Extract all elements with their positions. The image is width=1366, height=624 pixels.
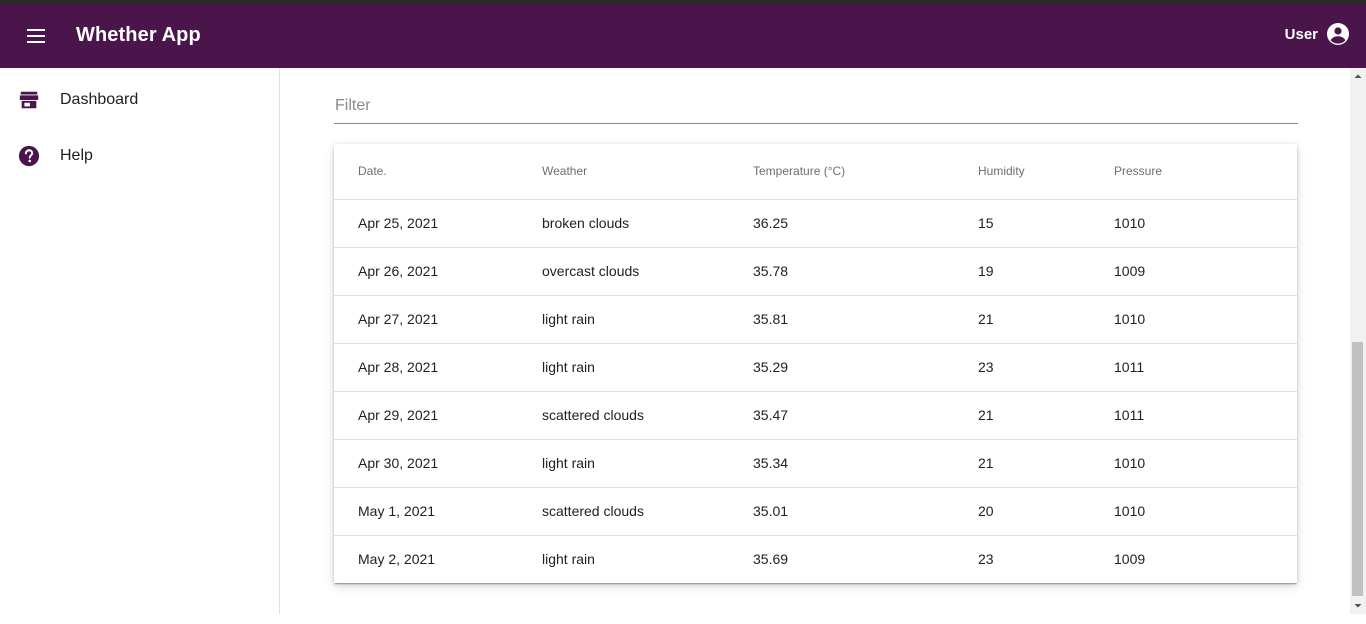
cell-weather: broken clouds bbox=[542, 199, 753, 248]
column-header-humidity: Humidity bbox=[978, 144, 1114, 200]
cell-pressure: 1009 bbox=[1114, 551, 1146, 568]
cell-temperature: 35.01 bbox=[753, 487, 978, 536]
cell-pressure: 1010 bbox=[1114, 295, 1297, 344]
cell-pressure: 1010 bbox=[1114, 439, 1297, 488]
filter-field bbox=[334, 90, 1298, 124]
column-header-temperature: Temperature (°C) bbox=[753, 144, 978, 200]
cell-pressure: 1009 bbox=[1114, 247, 1297, 296]
sidebar-item-label: Help bbox=[60, 147, 93, 164]
cell-pressure: 1011 bbox=[1114, 391, 1297, 440]
cell-date: Apr 28, 2021 bbox=[334, 343, 542, 392]
cell-weather: overcast clouds bbox=[542, 247, 753, 296]
column-header-date: Date. bbox=[334, 144, 542, 200]
cell-temperature: 35.69 bbox=[753, 551, 789, 568]
weather-table: Date. Weather Temperature (°C) Humidity … bbox=[334, 144, 1297, 583]
user-label: User bbox=[1284, 25, 1318, 43]
account-circle-icon bbox=[1327, 23, 1349, 45]
vertical-scrollbar[interactable] bbox=[1350, 68, 1366, 614]
cell-weather: light rain bbox=[542, 295, 753, 344]
arrow-up-icon bbox=[1354, 74, 1362, 78]
sidebar-item-label: Dashboard bbox=[60, 91, 139, 108]
cell-date: Apr 26, 2021 bbox=[334, 247, 542, 296]
cell-temperature: 35.29 bbox=[753, 343, 978, 392]
table-row: May 2, 2021 light rain 35.69 23 1009 bbox=[334, 535, 1297, 583]
filter-input[interactable] bbox=[334, 90, 1298, 122]
table-header-row: Date. Weather Temperature (°C) Humidity … bbox=[334, 144, 1297, 200]
table-row: Apr 26, 2021 overcast clouds 35.78 19 10… bbox=[334, 247, 1297, 296]
cell-temperature: 36.25 bbox=[753, 199, 978, 248]
app-toolbar: Whether App User bbox=[0, 4, 1366, 68]
arrow-down-icon bbox=[1354, 604, 1362, 608]
app-title: Whether App bbox=[76, 24, 201, 46]
cell-pressure: 1010 bbox=[1114, 199, 1297, 248]
sidebar-item-dashboard[interactable]: Dashboard bbox=[0, 76, 279, 124]
main-content: Date. Weather Temperature (°C) Humidity … bbox=[281, 68, 1350, 614]
column-header-pressure: Pressure bbox=[1114, 144, 1297, 200]
cell-date: Apr 30, 2021 bbox=[334, 439, 542, 488]
cell-weather: light rain bbox=[542, 439, 753, 488]
cell-temperature: 35.34 bbox=[753, 439, 978, 488]
cell-humidity: 15 bbox=[978, 199, 1114, 248]
table-row: Apr 28, 2021 light rain 35.29 23 1011 bbox=[334, 343, 1297, 392]
weather-table-card: Date. Weather Temperature (°C) Humidity … bbox=[334, 144, 1297, 583]
cell-pressure: 1011 bbox=[1114, 343, 1297, 392]
cell-weather: scattered clouds bbox=[542, 487, 753, 536]
cell-weather: scattered clouds bbox=[542, 391, 753, 440]
table-row: Apr 25, 2021 broken clouds 36.25 15 1010 bbox=[334, 199, 1297, 248]
cell-pressure: 1010 bbox=[1114, 487, 1297, 536]
user-menu-button[interactable]: User bbox=[1285, 22, 1350, 46]
sidebar-item-help[interactable]: Help bbox=[0, 132, 279, 180]
cell-humidity: 21 bbox=[978, 439, 1114, 488]
cell-date: Apr 29, 2021 bbox=[334, 391, 542, 440]
table-row: May 1, 2021 scattered clouds 35.01 20 10… bbox=[334, 487, 1297, 536]
column-header-weather: Weather bbox=[542, 144, 753, 200]
scroll-up-button[interactable] bbox=[1350, 68, 1366, 84]
store-icon bbox=[19, 91, 39, 109]
cell-temperature: 35.78 bbox=[753, 247, 978, 296]
table-row: Apr 27, 2021 light rain 35.81 21 1010 bbox=[334, 295, 1297, 344]
sidebar: Dashboard Help bbox=[0, 68, 280, 614]
cell-humidity: 20 bbox=[978, 487, 1114, 536]
cell-weather: light rain bbox=[542, 551, 595, 568]
help-circle-icon bbox=[18, 145, 40, 167]
cell-humidity: 21 bbox=[978, 295, 1114, 344]
cell-temperature: 35.81 bbox=[753, 295, 978, 344]
cell-humidity: 23 bbox=[978, 343, 1114, 392]
scrollbar-thumb[interactable] bbox=[1352, 342, 1363, 596]
menu-button[interactable] bbox=[24, 26, 48, 46]
menu-icon bbox=[27, 29, 45, 43]
table-row: Apr 29, 2021 scattered clouds 35.47 21 1… bbox=[334, 391, 1297, 440]
cell-date: Apr 25, 2021 bbox=[334, 199, 542, 248]
cell-temperature: 35.47 bbox=[753, 391, 978, 440]
cell-humidity: 21 bbox=[978, 391, 1114, 440]
cell-date: May 1, 2021 bbox=[334, 487, 542, 536]
table-row: Apr 30, 2021 light rain 35.34 21 1010 bbox=[334, 439, 1297, 488]
scroll-down-button[interactable] bbox=[1350, 598, 1366, 614]
cell-date: Apr 27, 2021 bbox=[334, 295, 542, 344]
cell-date: May 2, 2021 bbox=[358, 551, 436, 568]
cell-humidity: 23 bbox=[978, 551, 994, 568]
cell-weather: light rain bbox=[542, 343, 753, 392]
cell-humidity: 19 bbox=[978, 247, 1114, 296]
